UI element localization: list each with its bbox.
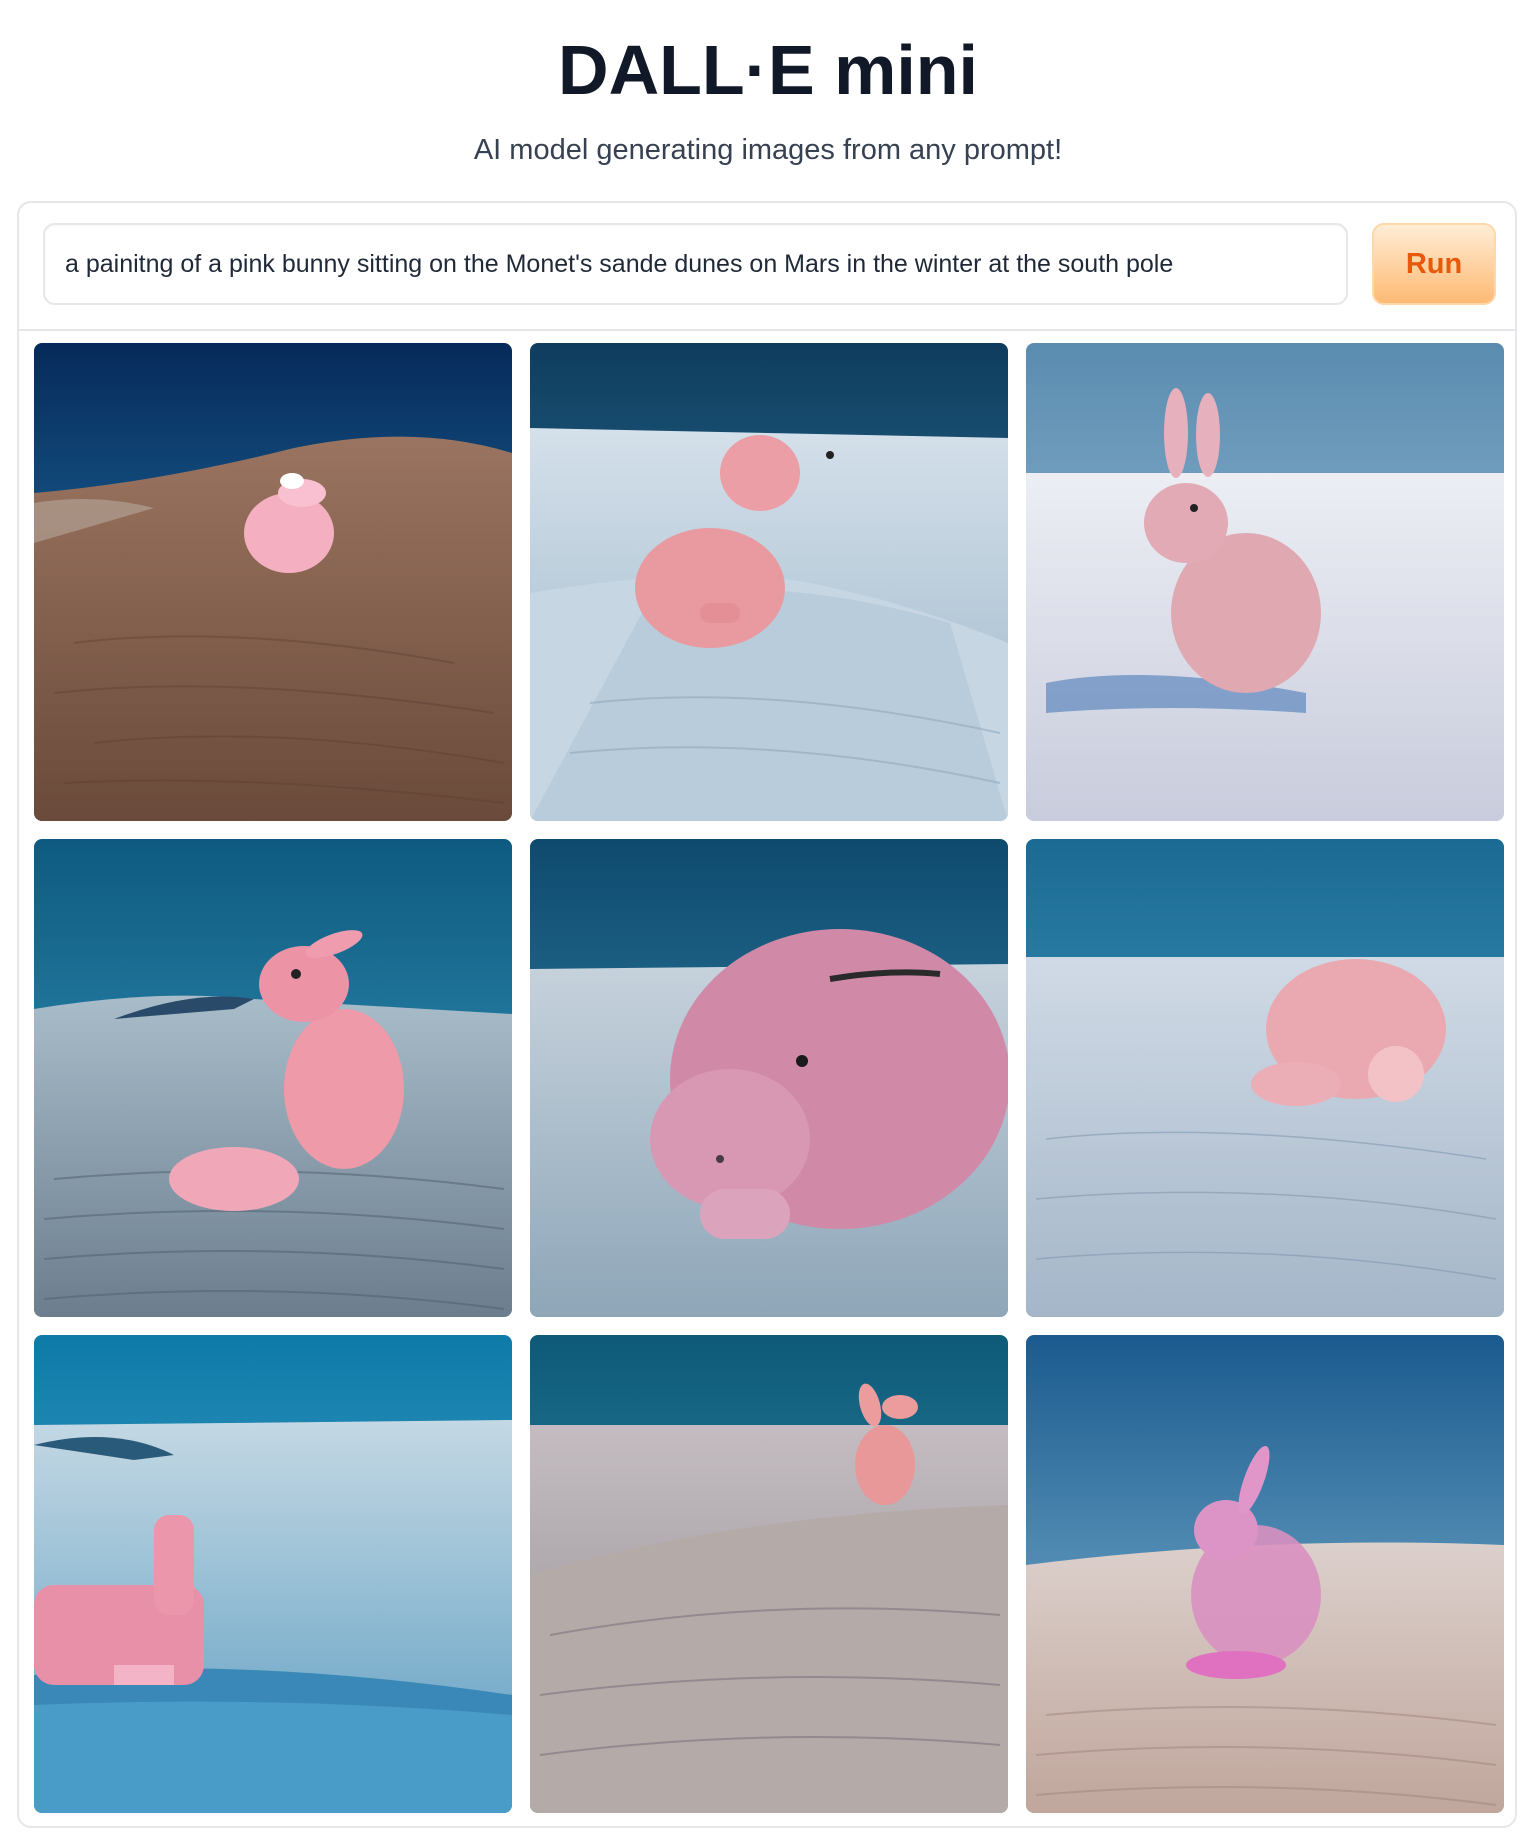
generated-image-5-picture: [530, 839, 1008, 1317]
generated-image-7[interactable]: [34, 1335, 512, 1813]
generated-image-9[interactable]: [1026, 1335, 1504, 1813]
generated-image-2-picture: [530, 343, 1008, 821]
generated-image-8[interactable]: [530, 1335, 1008, 1813]
image-gallery: [34, 343, 1504, 1813]
generated-image-4[interactable]: [34, 839, 512, 1317]
generated-image-1[interactable]: [34, 343, 512, 821]
generated-image-5[interactable]: [530, 839, 1008, 1317]
page-title: DALL·E mini: [558, 31, 978, 109]
dalle-mini-page: DALL·E mini AI model generating images f…: [0, 0, 1536, 1846]
generator-card: Run: [17, 201, 1517, 1828]
prompt-input[interactable]: [43, 223, 1348, 305]
generated-image-1-picture: [34, 343, 512, 821]
prompt-row: Run: [19, 203, 1515, 331]
generated-image-2[interactable]: [530, 343, 1008, 821]
generated-image-7-picture: [34, 1335, 512, 1813]
generated-image-6[interactable]: [1026, 839, 1504, 1317]
generated-image-9-picture: [1026, 1335, 1504, 1813]
generated-image-8-picture: [530, 1335, 1008, 1813]
page-subtitle: AI model generating images from any prom…: [473, 134, 1063, 166]
generated-image-6-picture: [1026, 839, 1504, 1317]
generated-image-3[interactable]: [1026, 343, 1504, 821]
generated-image-4-picture: [34, 839, 512, 1317]
generated-image-3-picture: [1026, 343, 1504, 821]
run-button[interactable]: Run: [1372, 223, 1496, 305]
